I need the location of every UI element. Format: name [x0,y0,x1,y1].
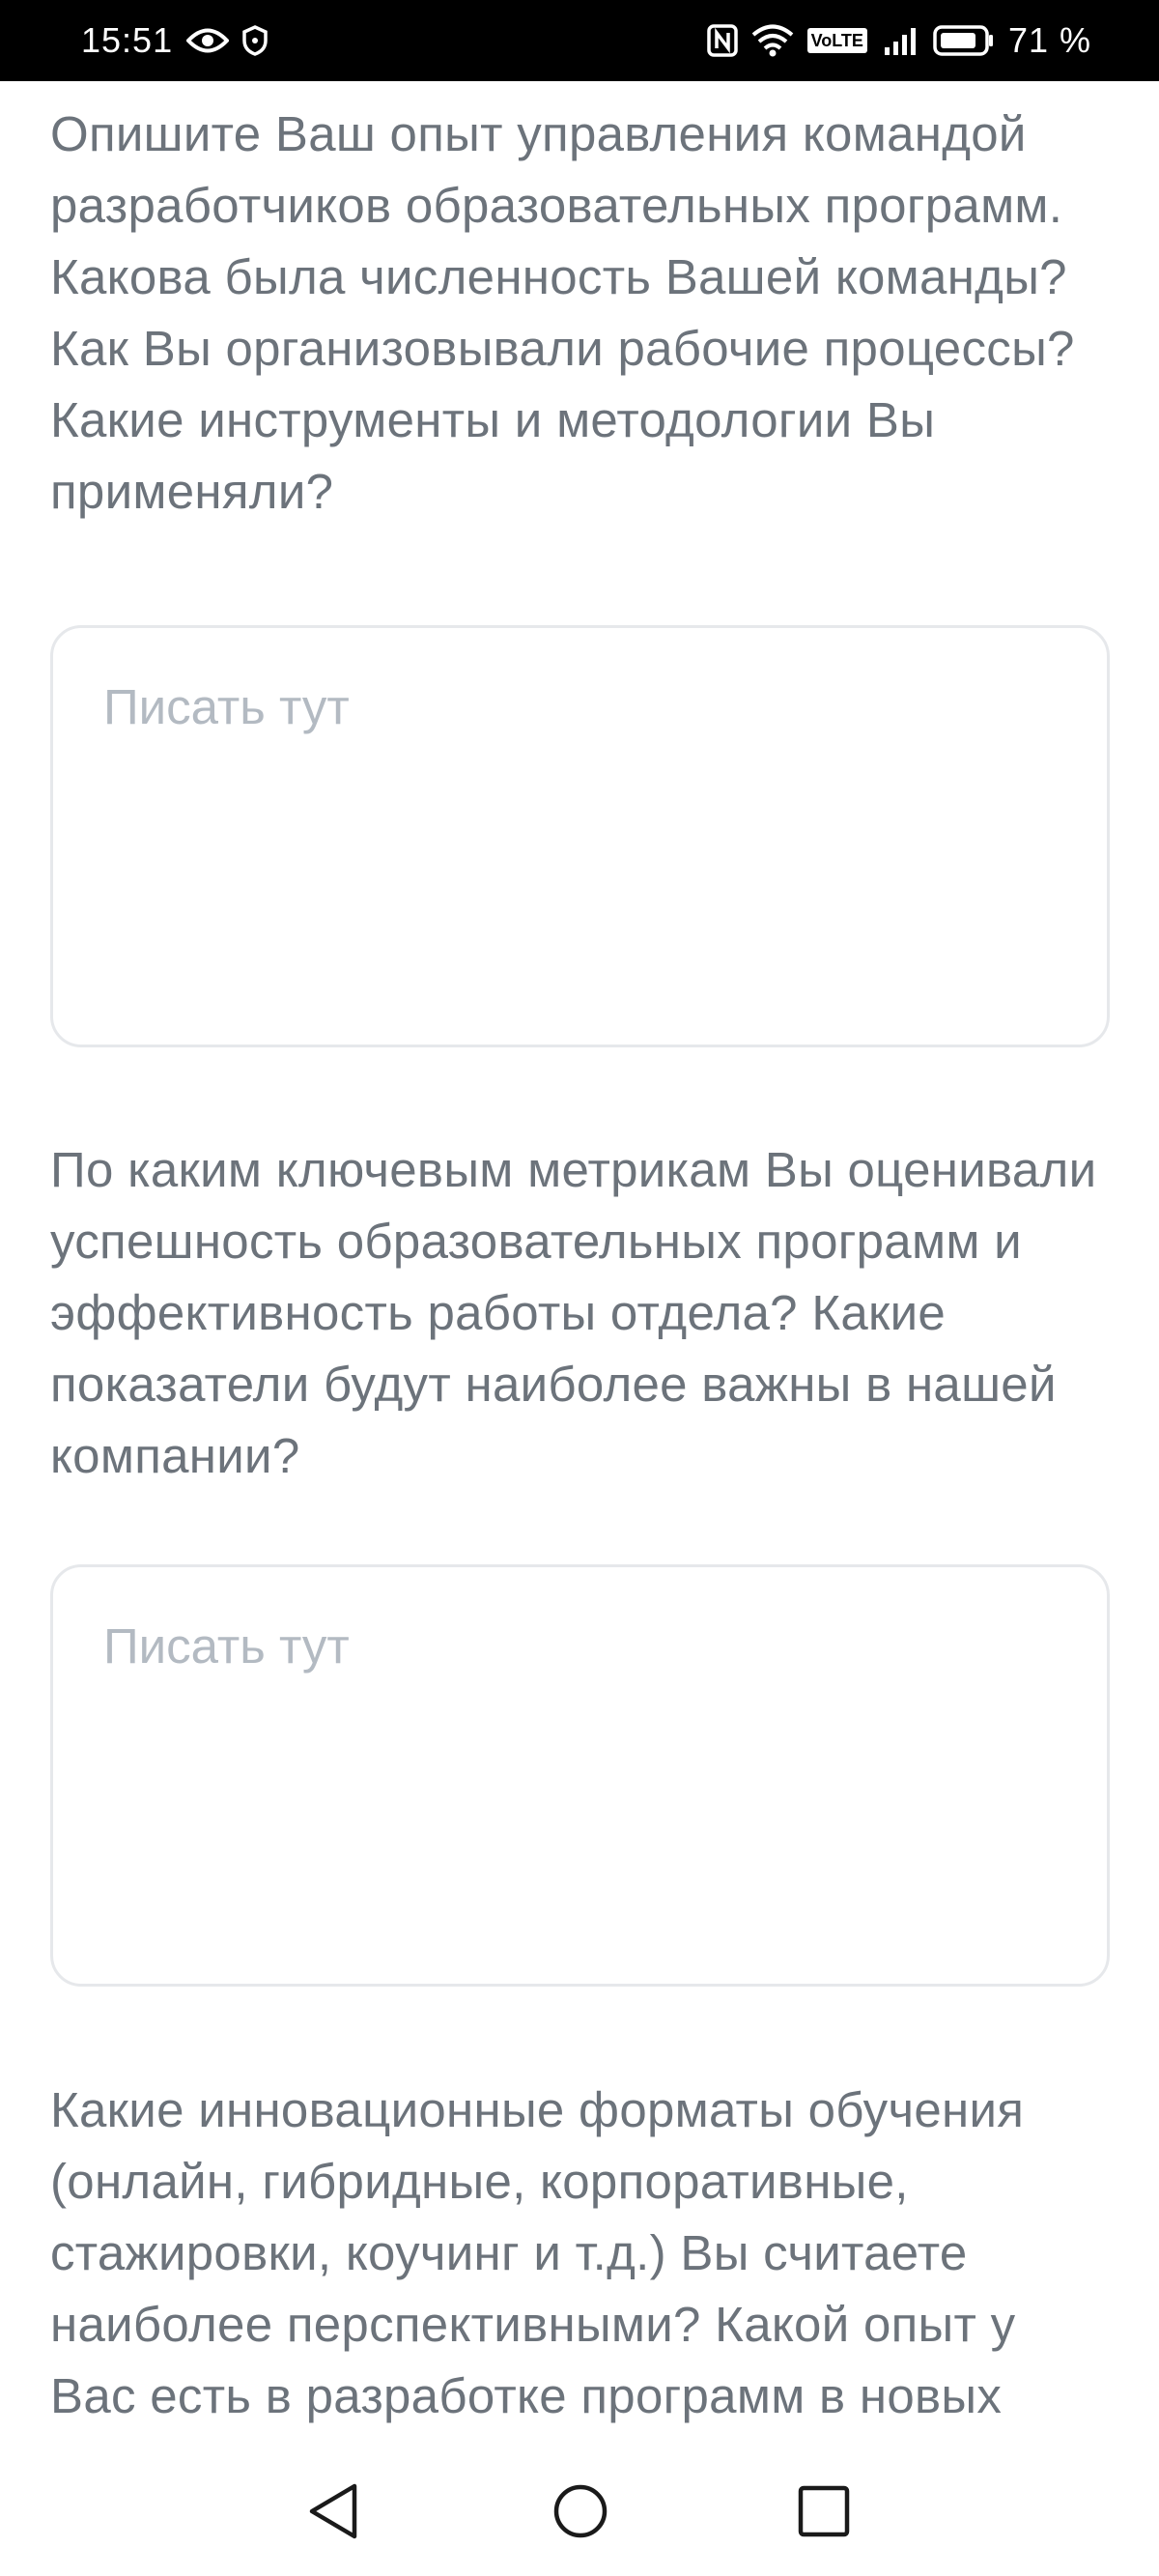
volte-badge: VoLTE [806,28,867,53]
recents-icon[interactable] [790,2477,858,2545]
answer-input-2[interactable] [103,1617,1057,1933]
nfc-icon [706,24,738,57]
home-icon[interactable] [547,2477,614,2545]
signal-icon [881,26,919,55]
answer-field-2[interactable] [50,1564,1110,1987]
question-3-text: Какие инновационные форматы обучения (он… [50,2082,1025,2423]
back-icon[interactable] [299,2477,367,2545]
shield-icon [242,25,268,56]
question-1-text: Опишите Ваш опыт управления командой раз… [50,106,1075,519]
wifi-icon [751,24,794,57]
form-scroll-area[interactable]: Опишите Ваш опыт управления командой раз… [0,81,1159,2448]
status-bar-right: VoLTE 71 % [706,20,1091,61]
navigation-bar [0,2448,1159,2576]
battery-percent: 71 % [1007,20,1091,60]
question-2-text: По каким ключевым метрикам Вы оценивали … [50,1142,1097,1483]
answer-field-1[interactable] [50,625,1110,1047]
status-time: 15:51 [81,20,174,60]
status-bar: 15:51 VoLTE 71 % [0,0,1159,81]
eye-icon [186,26,230,55]
battery-icon [933,24,995,57]
status-bar-left: 15:51 [81,20,268,61]
answer-input-1[interactable] [103,678,1057,994]
